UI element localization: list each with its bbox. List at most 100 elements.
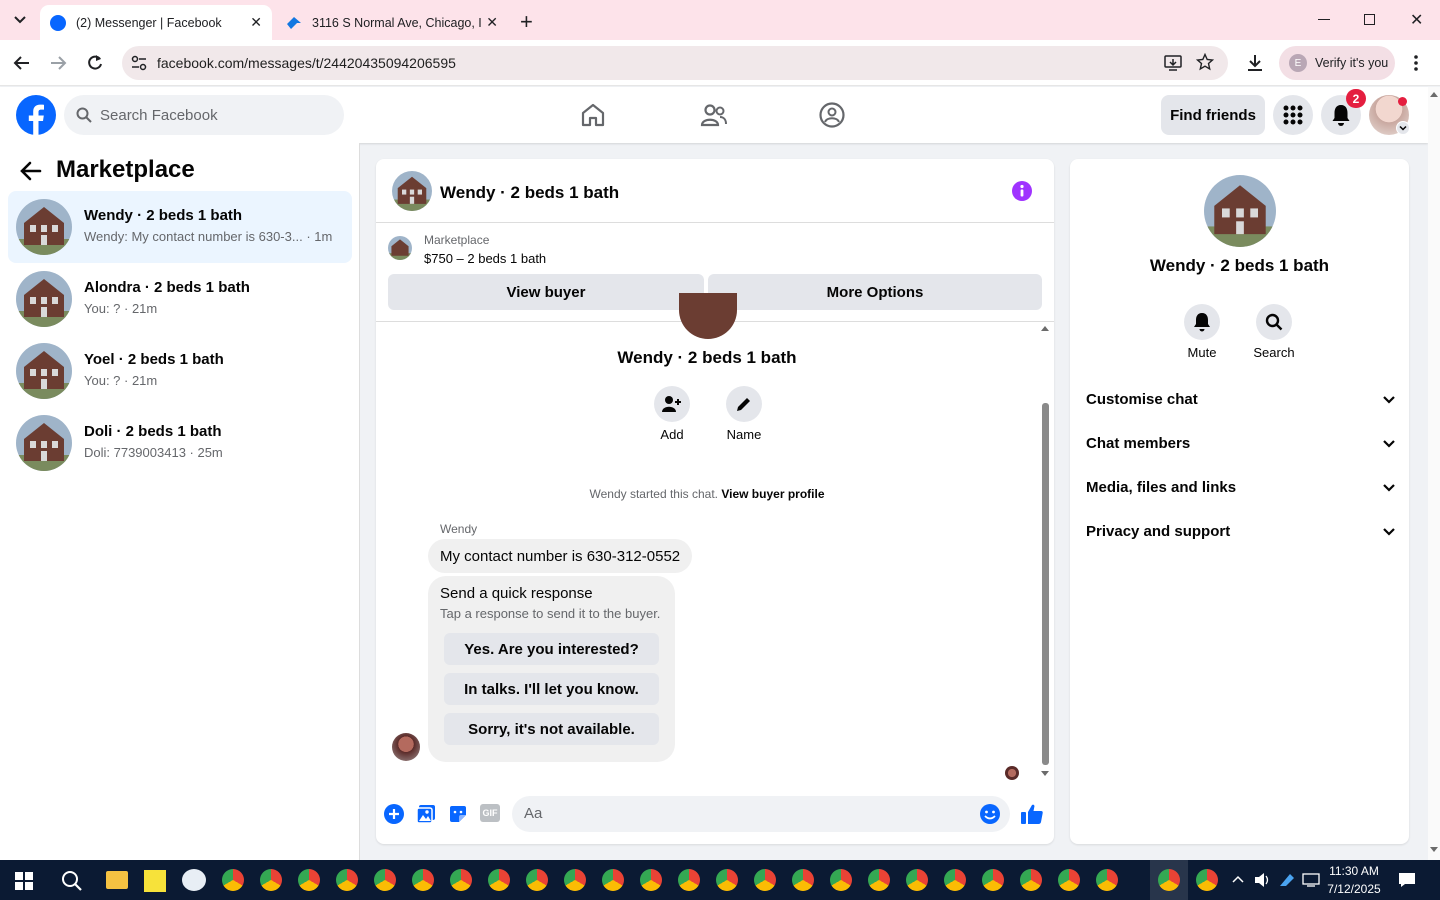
- paint-app-icon[interactable]: [182, 869, 206, 891]
- onedrive-icon[interactable]: [1278, 872, 1296, 888]
- customise-chat-row[interactable]: Customise chat: [1086, 391, 1396, 408]
- chrome-icon[interactable]: [260, 869, 282, 891]
- chrome-icon[interactable]: [602, 869, 624, 891]
- back-arrow-icon[interactable]: [20, 161, 42, 181]
- like-thumb-icon[interactable]: [1020, 803, 1044, 825]
- chat-avatar[interactable]: [392, 171, 432, 211]
- chrome-icon[interactable]: [336, 869, 358, 891]
- minimize-icon[interactable]: [1318, 19, 1330, 20]
- listing-detail[interactable]: $750 – 2 beds 1 bath: [424, 251, 546, 266]
- chrome-icon[interactable]: [222, 869, 244, 891]
- menu-grid-button[interactable]: [1273, 95, 1313, 135]
- address-bar[interactable]: facebook.com/messages/t/2442043509420659…: [122, 46, 1228, 80]
- find-friends-button[interactable]: Find friends: [1161, 95, 1265, 135]
- site-info-icon[interactable]: [130, 54, 148, 72]
- back-icon[interactable]: [12, 54, 32, 72]
- mute-button[interactable]: [1184, 304, 1220, 340]
- info-icon[interactable]: [1012, 181, 1032, 201]
- gif-icon[interactable]: GIF: [480, 804, 500, 822]
- chrome-icon[interactable]: [526, 869, 548, 891]
- new-tab-icon[interactable]: +: [520, 9, 533, 35]
- quick-reply-button[interactable]: Yes. Are you interested?: [444, 633, 659, 665]
- chrome-icon[interactable]: [792, 869, 814, 891]
- chat-title[interactable]: Wendy · 2 beds 1 bath: [440, 183, 619, 203]
- add-button[interactable]: [654, 386, 690, 422]
- chrome-icon[interactable]: [868, 869, 890, 891]
- restore-icon[interactable]: [1364, 14, 1375, 25]
- chrome-icon[interactable]: [450, 869, 472, 891]
- chrome-icon[interactable]: [982, 869, 1004, 891]
- chrome-icon[interactable]: [716, 869, 738, 891]
- quick-reply-button[interactable]: In talks. I'll let you know.: [444, 673, 659, 705]
- window-close-icon[interactable]: ✕: [1410, 10, 1423, 30]
- sender-avatar[interactable]: [392, 733, 420, 761]
- photo-attach-icon[interactable]: [416, 804, 436, 824]
- chrome-icon[interactable]: [830, 869, 852, 891]
- name-button[interactable]: [726, 386, 762, 422]
- page-scrollbar[interactable]: [1428, 87, 1440, 860]
- tab-search-chevron-icon[interactable]: [10, 12, 30, 28]
- chrome-icon[interactable]: [1158, 869, 1180, 891]
- more-options-button[interactable]: More Options: [708, 274, 1042, 310]
- chrome-icon[interactable]: [906, 869, 928, 891]
- close-tab-icon[interactable]: ✕: [486, 14, 498, 31]
- chrome-icon[interactable]: [678, 869, 700, 891]
- taskbar-search-icon[interactable]: [61, 870, 83, 892]
- search-input[interactable]: Search Facebook: [64, 95, 344, 135]
- emoji-icon[interactable]: [980, 804, 1000, 824]
- chrome-icon[interactable]: [488, 869, 510, 891]
- facebook-logo-icon[interactable]: [16, 95, 56, 135]
- search-chat-button[interactable]: [1256, 304, 1292, 340]
- quick-reply-button[interactable]: Sorry, it's not available.: [444, 713, 659, 745]
- chrome-icon[interactable]: [1196, 869, 1218, 891]
- home-nav-icon[interactable]: [580, 102, 606, 128]
- tray-chevron-icon[interactable]: [1232, 874, 1244, 884]
- chrome-icon[interactable]: [1020, 869, 1042, 891]
- browser-menu-icon[interactable]: [1414, 54, 1418, 72]
- tab-address[interactable]: 3116 S Normal Ave, Chicago, IL ✕: [276, 5, 508, 40]
- message-bubble[interactable]: My contact number is 630-312-0552: [428, 539, 693, 573]
- details-avatar[interactable]: [1204, 175, 1276, 247]
- view-buyer-button[interactable]: View buyer: [388, 274, 704, 310]
- conversation-item[interactable]: Yoel · 2 beds 1 bath You: ? · 21m: [8, 335, 352, 407]
- bookmark-star-icon[interactable]: [1196, 53, 1214, 71]
- media-files-links-row[interactable]: Media, files and links: [1086, 479, 1396, 496]
- reload-icon[interactable]: [85, 53, 105, 73]
- chrome-icon[interactable]: [944, 869, 966, 891]
- chrome-icon[interactable]: [1096, 869, 1118, 891]
- file-explorer-icon[interactable]: [106, 871, 128, 889]
- conversation-item[interactable]: Wendy · 2 beds 1 bath Wendy: My contact …: [8, 191, 352, 263]
- privacy-support-row[interactable]: Privacy and support: [1086, 523, 1396, 540]
- verify-profile-button[interactable]: E Verify it's you: [1279, 46, 1395, 80]
- view-buyer-profile-link[interactable]: View buyer profile: [721, 487, 824, 501]
- clock-date[interactable]: 7/12/2025: [1322, 882, 1386, 896]
- chrome-icon[interactable]: [298, 869, 320, 891]
- windows-start-icon[interactable]: [15, 872, 33, 890]
- chrome-icon[interactable]: [412, 869, 434, 891]
- conversation-item[interactable]: Doli · 2 beds 1 bath Doli: 7739003413 · …: [8, 407, 352, 479]
- chrome-icon[interactable]: [1058, 869, 1080, 891]
- chrome-icon[interactable]: [754, 869, 776, 891]
- chrome-icon[interactable]: [564, 869, 586, 891]
- notification-center-icon[interactable]: [1398, 872, 1416, 888]
- scrollbar[interactable]: [1038, 323, 1052, 783]
- sticker-icon[interactable]: [448, 804, 468, 824]
- plus-actions-icon[interactable]: [384, 804, 404, 824]
- account-chevron-icon[interactable]: [1396, 121, 1410, 135]
- close-tab-icon[interactable]: ✕: [250, 14, 262, 31]
- tab-messenger[interactable]: (2) Messenger | Facebook ✕: [40, 5, 272, 40]
- volume-icon[interactable]: [1254, 872, 1272, 888]
- friends-nav-icon[interactable]: [700, 102, 728, 128]
- clock-time[interactable]: 11:30 AM: [1322, 864, 1386, 878]
- forward-icon[interactable]: [48, 54, 68, 72]
- chrome-icon[interactable]: [374, 869, 396, 891]
- downloads-icon[interactable]: [1245, 53, 1265, 73]
- install-app-icon[interactable]: [1164, 54, 1182, 72]
- chat-members-row[interactable]: Chat members: [1086, 435, 1396, 452]
- chrome-icon[interactable]: [640, 869, 662, 891]
- conversation-item[interactable]: Alondra · 2 beds 1 bath You: ? · 21m: [8, 263, 352, 335]
- network-icon[interactable]: [1302, 873, 1320, 887]
- groups-nav-icon[interactable]: [818, 101, 846, 129]
- sticky-notes-icon[interactable]: [144, 870, 166, 892]
- message-input[interactable]: Aa: [512, 796, 1010, 832]
